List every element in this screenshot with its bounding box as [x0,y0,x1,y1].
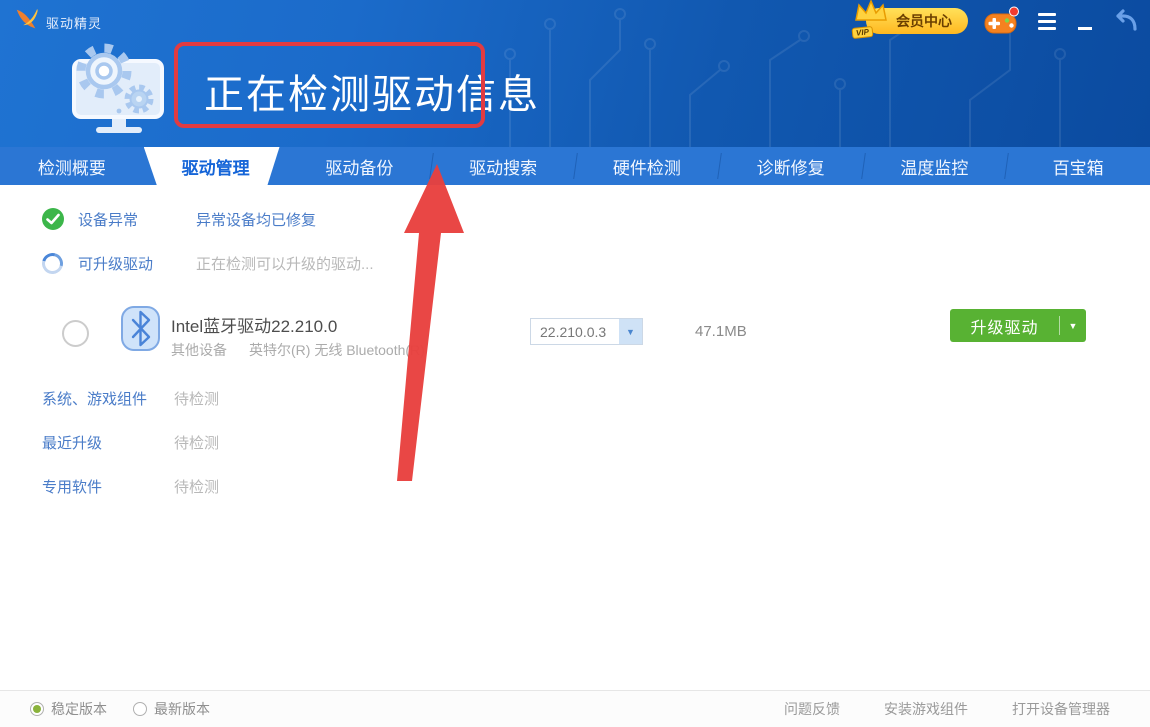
gamepad-icon [984,6,1020,36]
monitor-gears-icon [60,36,172,138]
tab-temperature-monitor[interactable]: 温度监控 [863,147,1007,185]
vip-badge: VIP [851,26,873,39]
tab-hardware-detection[interactable]: 硬件检测 [575,147,719,185]
tab-diagnose-repair[interactable]: 诊断修复 [719,147,863,185]
radio-stable-label: 稳定版本 [51,699,107,719]
version-value: 22.210.0.3 [531,324,619,340]
content-area: 设备异常 异常设备均已修复 可升级驱动 正在检测可以升级的驱动... Intel… [0,185,1150,690]
status-label[interactable]: 可升级驱动 [78,253,196,274]
main-menu-button[interactable] [1036,8,1058,34]
category-status: 待检测 [174,388,219,409]
category-status: 待检测 [174,432,219,453]
footer: 稳定版本 最新版本 问题反馈 安装游戏组件 打开设备管理器 [0,690,1150,727]
header: 驱动精灵 VIP 会员中心 [0,0,1150,147]
driver-title: Intel蓝牙驱动22.210.0 [171,312,337,337]
chevron-down-icon[interactable]: ▼ [1060,321,1086,331]
status-row-upgradable-drivers: 可升级驱动 正在检测可以升级的驱动... [42,253,374,274]
game-center-button[interactable] [984,6,1020,36]
app-name: 驱动精灵 [46,13,102,32]
detection-status-title: 正在检测驱动信息 [204,62,540,120]
category-row-recent-upgrade: 最近升级 待检测 [42,432,219,453]
upgrade-driver-button[interactable]: 升级驱动 ▼ [950,309,1086,342]
radio-latest-version[interactable]: 最新版本 [133,699,210,719]
category-status: 待检测 [174,476,219,497]
tab-driver-backup[interactable]: 驱动备份 [288,147,432,185]
version-channel-radios: 稳定版本 最新版本 [30,699,210,719]
version-select[interactable]: 22.210.0.3 ▼ [530,318,643,345]
radio-latest-label: 最新版本 [154,699,210,719]
status-value: 正在检测可以升级的驱动... [196,253,374,274]
status-label[interactable]: 设备异常 [78,209,196,230]
vip-label: 会员中心 [896,11,952,31]
driver-size: 47.1MB [695,323,747,340]
install-game-components-link[interactable]: 安装游戏组件 [884,699,968,719]
footer-links: 问题反馈 安装游戏组件 打开设备管理器 [784,699,1110,719]
upgrade-driver-label: 升级驱动 [950,314,1059,338]
driver-select-checkbox[interactable] [62,320,89,347]
app-logo-icon [14,7,40,33]
category-row-system-game: 系统、游戏组件 待检测 [42,388,219,409]
undo-arrow-icon [1112,8,1140,34]
tabbar: 检测概要 驱动管理 驱动备份 驱动搜索 硬件检测 诊断修复 温度监控 百宝箱 [0,147,1150,185]
category-label[interactable]: 最近升级 [42,432,174,453]
vip-member-center-button[interactable]: VIP 会员中心 [866,8,968,34]
chevron-down-icon[interactable]: ▼ [619,319,642,344]
category-label[interactable]: 专用软件 [42,476,174,497]
tab-driver-search[interactable]: 驱动搜索 [431,147,575,185]
green-check-icon [42,208,64,230]
tab-detection-summary[interactable]: 检测概要 [0,147,144,185]
tab-toolbox[interactable]: 百宝箱 [1006,147,1150,185]
category-row-special-software: 专用软件 待检测 [42,476,219,497]
undo-annotation-button[interactable] [1112,8,1140,34]
status-value: 异常设备均已修复 [196,209,316,230]
driver-category: 其他设备 [171,340,227,360]
status-row-device-abnormal: 设备异常 异常设备均已修复 [42,208,316,230]
driver-device-name: 英特尔(R) 无线 Bluetooth(R) [249,340,425,360]
minimize-button[interactable] [1074,8,1096,34]
feedback-link[interactable]: 问题反馈 [784,699,840,719]
driver-subtitle: 其他设备 英特尔(R) 无线 Bluetooth(R) [171,340,425,360]
open-device-manager-link[interactable]: 打开设备管理器 [1012,699,1110,719]
loading-spinner [38,249,67,278]
minimize-icon [1078,27,1092,30]
category-label[interactable]: 系统、游戏组件 [42,388,174,409]
titlebar: 驱动精灵 VIP 会员中心 [0,0,1150,40]
radio-stable-version[interactable]: 稳定版本 [30,699,107,719]
bluetooth-icon [120,305,161,352]
radio-unselected-icon [133,702,147,716]
crown-icon [852,0,888,28]
tab-driver-management[interactable]: 驱动管理 [144,147,288,185]
radio-selected-icon [30,702,44,716]
menu-icon [1038,13,1056,16]
